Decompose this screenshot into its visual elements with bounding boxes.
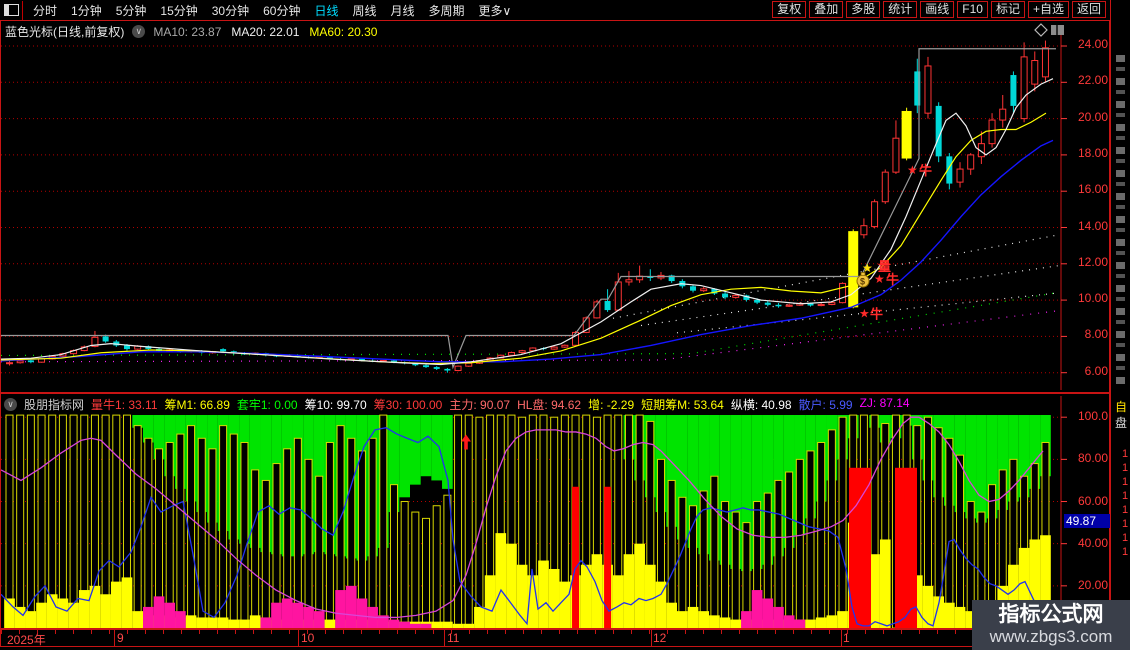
current-value-tag: 49.87 [1064, 514, 1111, 528]
toolbar-button-画线[interactable]: 画线 [920, 1, 955, 18]
chart-title: 蓝色光标(日线,前复权) [5, 25, 125, 39]
ma-label: MA20: 22.01 [231, 24, 300, 39]
price-tick-label: 8.00 [1084, 327, 1108, 342]
indicator-param: 量牛1: 33.11 [91, 398, 158, 412]
indicator-label-row: ∨ 股朋指标网 量牛1: 33.11 筹M1: 66.89 套牢1: 0.00 筹10… [4, 396, 910, 413]
clipped-char-top: 自 [1115, 400, 1128, 414]
date-label: 10 [301, 631, 315, 645]
watermark-url: www.zbgs3.com [989, 627, 1113, 646]
indicator-param: 筹30: 100.00 [373, 398, 443, 412]
clipped-text-decoration [1116, 55, 1125, 385]
indicator-name: 股朋指标网 [24, 398, 85, 412]
ma-label: MA10: 23.87 [153, 24, 222, 39]
top-toolbar: 分时 1分钟 5分钟 15分钟 30分钟 60分钟 日线 周线 月线 多周期 更多∨ 复权 叠加 多股统… [0, 0, 1130, 20]
date-label: 2025年 [7, 633, 46, 647]
date-axis: 2025年 9 10 11 12 1 [0, 629, 1110, 647]
indicator-params: 量牛1: 33.11 筹M1: 66.89 套牢1: 0.00 筹10: 99.70 筹… [91, 396, 910, 413]
period-tab-周线[interactable]: 周线 [352, 2, 376, 19]
toolbar-button-返回[interactable]: 返回 [1071, 1, 1106, 18]
main-candle-panel: ★ 牛 ★ $ ★ 量牛 ★ 牛 [0, 20, 1110, 393]
date-label: 1 [843, 631, 850, 645]
indicator-param: 筹10: 99.70 [304, 398, 367, 412]
chevron-down-icon[interactable]: ∨ [132, 25, 146, 38]
price-tick-label: 22.00 [1077, 73, 1108, 88]
indicator-param: HL盘: 94.62 [517, 398, 582, 412]
price-tick-label: 10.00 [1077, 291, 1108, 306]
indicator-param: 套牢1: 0.00 [236, 398, 298, 412]
indicator-chart[interactable] [1, 394, 1109, 628]
month-separator [444, 630, 445, 646]
indicator-tick-label: 80.00 [1077, 451, 1108, 466]
signal-text-marker: 牛 [886, 272, 899, 287]
price-tick-label: 12.00 [1077, 254, 1108, 269]
period-menu: 分时 1分钟 5分钟 15分钟 30分钟 60分钟 日线 周线 月线 多周期 更多∨ [33, 2, 511, 19]
toolbar-button-标记[interactable]: 标记 [990, 1, 1025, 18]
split-window-icon [3, 4, 19, 16]
month-separator [298, 630, 299, 646]
main-chart-label-row: 蓝色光标(日线,前复权) ∨ MA10: 23.87 MA20: 22.01 MA6… [5, 23, 377, 40]
indicator-param: 增: -2.29 [588, 398, 635, 412]
svg-text:$: $ [860, 277, 865, 287]
signal-text-marker: 牛 [919, 163, 932, 178]
clipped-char-mid: 盘 [1115, 416, 1128, 430]
indicator-param: 纵横: 40.98 [730, 398, 792, 412]
diamond-icon [1034, 23, 1048, 37]
month-separator [651, 630, 652, 646]
ma-values: MA10: 23.87 MA20: 22.01 MA60: 20.30 [153, 25, 377, 39]
period-tab-1分钟[interactable]: 1分钟 [71, 2, 102, 19]
date-label: 9 [117, 631, 124, 645]
period-tab-30分钟[interactable]: 30分钟 [212, 2, 249, 19]
indicator-param: 短期筹M: 53.64 [641, 398, 724, 412]
indicator-param: 主力: 90.07 [449, 398, 511, 412]
indicator-param: ZJ: 87.14 [859, 396, 910, 410]
watermark-title: 指标公式网 [998, 603, 1104, 626]
toolbar-button-多股[interactable]: 多股 [846, 1, 881, 18]
toolbar-button-统计[interactable]: 统计 [883, 1, 918, 18]
period-tab-5分钟[interactable]: 5分钟 [116, 2, 147, 19]
split-window-icon [1051, 25, 1064, 35]
price-tick-label: 24.00 [1077, 37, 1108, 51]
period-tab-60分钟[interactable]: 60分钟 [263, 2, 300, 19]
toolbar-button-F10[interactable]: F10 [957, 1, 988, 18]
candlestick-chart[interactable]: ★ 牛★$ ★量牛★ 牛 [1, 21, 1109, 392]
month-separator [114, 630, 115, 646]
star-marker: ★ [907, 163, 918, 177]
price-tick-label: 6.00 [1084, 363, 1108, 378]
indicator-tick-label: 20.00 [1077, 577, 1108, 592]
indicator-tick-label: 40.00 [1077, 535, 1108, 550]
date-label: 11 [447, 631, 460, 645]
date-label: 12 [653, 631, 667, 645]
signal-text-marker: 牛 [870, 306, 883, 321]
period-tab-分时[interactable]: 分时 [33, 2, 57, 19]
ma-label: MA60: 20.30 [309, 24, 378, 39]
price-tick-label: 18.00 [1077, 145, 1108, 160]
month-separator [841, 630, 842, 646]
trading-app-window: 分时 1分钟 5分钟 15分钟 30分钟 60分钟 日线 周线 月线 多周期 更多∨ 复权 叠加 多股统… [0, 0, 1130, 650]
toolbar-button-复权[interactable]: 复权 [772, 1, 807, 18]
period-tab-15分钟[interactable]: 15分钟 [160, 2, 197, 19]
clipped-digits: 11111111 [1119, 448, 1130, 560]
toolbar-buttons: 复权 叠加 多股 统计 画线 F10 标记 +自选 返回 [772, 1, 1106, 18]
period-tab-更多∨[interactable]: 更多∨ [479, 2, 512, 19]
period-tab-月线[interactable]: 月线 [391, 2, 415, 19]
star-marker: ★ [859, 306, 870, 320]
price-tick-label: 14.00 [1077, 218, 1108, 233]
period-tab-多周期[interactable]: 多周期 [429, 2, 465, 19]
price-tick-label: 20.00 [1077, 109, 1108, 124]
indicator-param: 筹M1: 66.89 [164, 398, 230, 412]
period-tab-日线[interactable]: 日线 [314, 2, 338, 19]
indicator-tick-label: 100.0 [1077, 409, 1108, 424]
toolbar-button-叠加[interactable]: 叠加 [809, 1, 844, 18]
indicator-panel [0, 393, 1110, 629]
layout-toggle-button[interactable] [0, 0, 23, 20]
indicator-param: 散户: 5.99 [798, 398, 853, 412]
site-watermark: 指标公式网 www.zbgs3.com [972, 600, 1130, 650]
toolbar-button-+自选[interactable]: +自选 [1027, 1, 1069, 18]
indicator-tick-label: 60.00 [1077, 493, 1108, 508]
chevron-down-icon[interactable]: ∨ [4, 398, 17, 411]
right-edge-strip: 自 盘 11111111 [1110, 0, 1130, 650]
price-tick-label: 16.00 [1077, 182, 1108, 197]
